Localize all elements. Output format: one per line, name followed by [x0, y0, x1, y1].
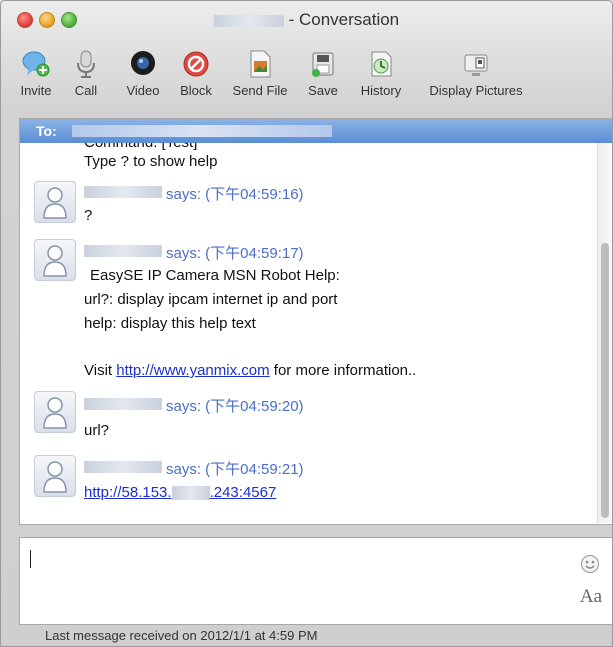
redacted-sender [84, 398, 162, 410]
call-label: Call [74, 83, 98, 98]
send-file-icon [250, 50, 271, 78]
message-line: ? [84, 207, 93, 224]
yanmix-link[interactable]: http://www.yanmix.com [116, 362, 269, 379]
redacted-contact-name [213, 14, 284, 27]
user-avatar-icon [43, 397, 67, 429]
message-header: says: (下午04:59:20) [166, 398, 304, 415]
avatar [34, 391, 76, 433]
visit-line: Visit http://www.yanmix.com for more inf… [84, 362, 416, 379]
avatar [34, 181, 76, 223]
message-scrollbar[interactable] [597, 143, 612, 523]
redacted-recipient [72, 125, 332, 137]
message-header: says: (下午04:59:17) [166, 245, 304, 262]
avatar [34, 239, 76, 281]
redacted-sender [84, 245, 162, 257]
save-icon [312, 52, 334, 77]
block-icon [183, 51, 209, 77]
microphone-icon [77, 50, 95, 78]
send-file-label: Send File [232, 83, 288, 98]
ip-link-line[interactable]: http://58.153. .243:4567 [84, 484, 276, 501]
message-line: url?: display ipcam internet ip and port [84, 291, 338, 308]
to-label: To: [36, 123, 57, 139]
message-line: EasySE IP Camera MSN Robot Help: [90, 267, 340, 284]
user-avatar-icon [43, 461, 67, 493]
redacted-ip-part [171, 486, 210, 501]
visit-prefix: Visit [84, 362, 117, 379]
status-bar-text: Last message received on 2012/1/1 at 4:5… [45, 628, 318, 643]
message-header: says: (下午04:59:16) [166, 186, 304, 203]
visit-suffix: for more information.. [269, 362, 417, 379]
conversation-panel: To: Command: [Test] Type ? to show help … [19, 118, 612, 525]
window-title-wrap: - Conversation [1, 10, 612, 30]
smiley-icon[interactable] [580, 554, 600, 574]
block-label: Block [180, 83, 212, 98]
compose-area[interactable]: Aa [19, 537, 612, 625]
message-header: says: (下午04:59:21) [166, 461, 304, 478]
message-line: help: display this help text [84, 315, 256, 332]
avatar [34, 455, 76, 497]
window-title: - Conversation [288, 10, 400, 29]
user-avatar-icon [43, 187, 67, 219]
redacted-sender [84, 186, 162, 198]
history-icon [371, 51, 392, 77]
conversation-window: - Conversation Invite Call Video Block S… [0, 0, 613, 647]
display-pictures-icon [464, 54, 488, 76]
message-history: Command: [Test] Type ? to show help says… [20, 143, 595, 523]
user-avatar-icon [43, 245, 67, 277]
text-caret [30, 550, 31, 568]
to-bar: To: [20, 119, 612, 143]
display-pictures-label: Display Pictures [429, 83, 523, 98]
message-line: Type ? to show help [84, 153, 218, 170]
scrollbar-thumb[interactable] [601, 243, 609, 518]
history-label: History [360, 83, 402, 98]
ip-link-suffix[interactable]: .243:4567 [210, 484, 277, 501]
font-button[interactable]: Aa [580, 586, 602, 608]
video-label: Video [126, 83, 160, 98]
invite-icon [22, 51, 50, 77]
invite-label: Invite [20, 83, 52, 98]
ip-link-prefix[interactable]: http://58.153. [84, 484, 172, 501]
title-bar: - Conversation [1, 1, 612, 37]
webcam-icon [131, 51, 155, 75]
message-line: url? [84, 422, 110, 439]
save-label: Save [308, 83, 338, 98]
partial-message-line: Command: [Test] [84, 143, 197, 151]
redacted-sender [84, 461, 162, 473]
